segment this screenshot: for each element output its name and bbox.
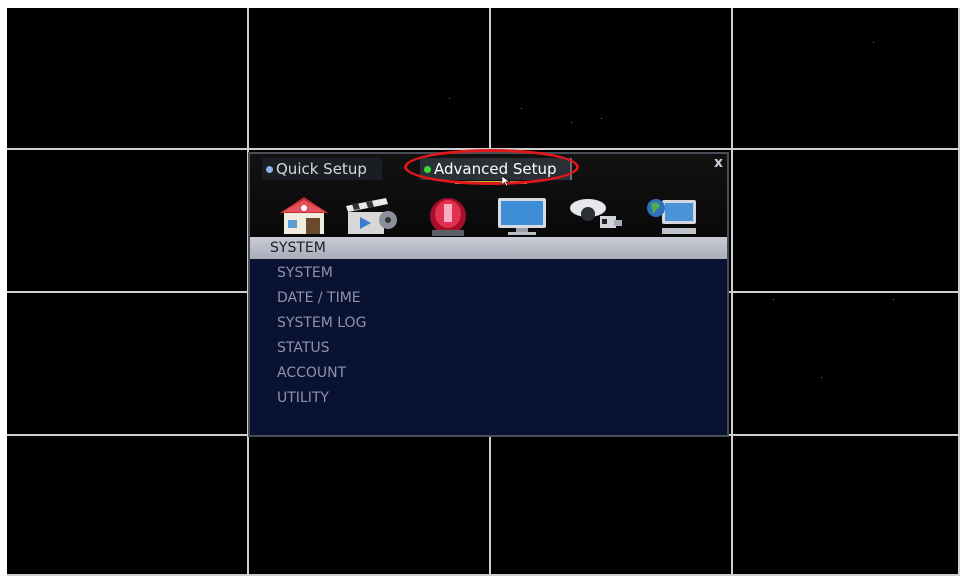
camera-channel-8[interactable] <box>733 150 958 291</box>
noise-dot <box>449 98 450 99</box>
noise-dot <box>893 299 894 300</box>
tab-quick-setup[interactable]: Quick Setup <box>262 158 382 180</box>
menu-item-system[interactable]: SYSTEM <box>277 265 333 281</box>
menu-item-utility[interactable]: UTILITY <box>277 390 329 406</box>
camera-channel-2[interactable] <box>249 8 489 148</box>
menu-item-system-log[interactable]: SYSTEM LOG <box>277 315 366 331</box>
camera-devices-icon[interactable] <box>568 194 624 236</box>
category-icon-bar <box>274 194 714 236</box>
camera-channel-5[interactable] <box>7 150 247 291</box>
camera-channel-14[interactable] <box>249 436 489 574</box>
menu-item-account[interactable]: ACCOUNT <box>277 365 346 381</box>
noise-dot <box>571 122 572 123</box>
camera-channel-1[interactable] <box>7 8 247 148</box>
menu-item-status[interactable]: STATUS <box>277 340 330 356</box>
section-title: SYSTEM <box>270 240 326 256</box>
tab-advanced-setup[interactable]: Advanced Setup <box>420 158 572 180</box>
submenu-list: SYSTEM DATE / TIME SYSTEM LOG STATUS ACC… <box>250 259 727 435</box>
noise-dot <box>601 118 602 119</box>
noise-dot <box>821 377 822 378</box>
camera-channel-4[interactable] <box>733 8 958 148</box>
camera-channel-15[interactable] <box>491 436 731 574</box>
tab-quick-setup-label: Quick Setup <box>276 160 367 178</box>
display-monitor-icon[interactable] <box>494 194 550 236</box>
tab-advanced-setup-label: Advanced Setup <box>434 160 557 178</box>
noise-dot <box>521 108 522 109</box>
dvr-screen: Quick Setup Advanced Setup x SYSTEM SYST… <box>0 0 960 576</box>
network-globe-icon[interactable] <box>644 194 700 236</box>
system-house-icon[interactable] <box>276 194 332 236</box>
setup-dialog: Quick Setup Advanced Setup x SYSTEM SYST… <box>248 149 729 437</box>
alarm-siren-icon[interactable] <box>420 194 476 236</box>
close-button[interactable]: x <box>714 155 723 171</box>
active-indicator-icon <box>424 165 431 173</box>
inactive-indicator-icon <box>266 165 273 173</box>
camera-channel-12[interactable] <box>733 293 958 434</box>
mouse-cursor-icon <box>502 176 510 186</box>
camera-channel-16[interactable] <box>733 436 958 574</box>
noise-dot <box>873 42 874 43</box>
camera-channel-13[interactable] <box>7 436 247 574</box>
active-tab-underline <box>455 181 527 184</box>
record-film-icon[interactable] <box>342 194 398 236</box>
camera-channel-3[interactable] <box>491 8 731 148</box>
menu-item-date-time[interactable]: DATE / TIME <box>277 290 361 306</box>
section-header: SYSTEM <box>250 237 727 259</box>
noise-dot <box>773 299 774 300</box>
dialog-header: Quick Setup Advanced Setup x <box>250 149 727 237</box>
camera-channel-9[interactable] <box>7 293 247 434</box>
